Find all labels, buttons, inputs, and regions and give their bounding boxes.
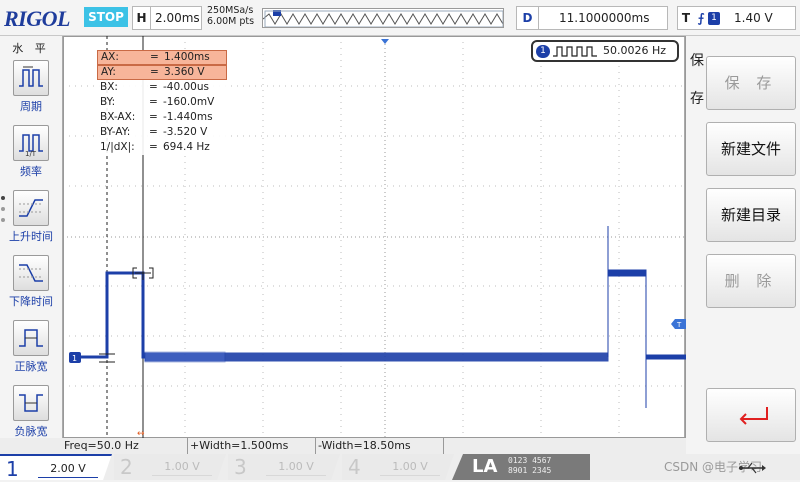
menu-label-period: 周期 xyxy=(20,100,42,113)
delay-value: 11.1000000ms xyxy=(559,11,650,25)
menu-label-negative-width: 负脉宽 xyxy=(14,425,48,438)
negative-pulse-width-icon xyxy=(13,385,49,421)
menu-label-frequency: 频率 xyxy=(20,165,42,178)
svg-text:T: T xyxy=(676,321,682,329)
menu-item-period[interactable]: 周期 xyxy=(0,60,62,122)
cursor-row-by: BY: = -160.0mV xyxy=(100,96,215,108)
save-button[interactable]: 保 存 xyxy=(706,56,796,110)
measurement-bar: Freq=50.0 Hz +Width=1.500ms -Width=18.50… xyxy=(62,438,685,454)
period-icon xyxy=(13,60,49,96)
cursor-row-bx: BX: = -40.00us xyxy=(100,81,209,93)
channel1-tab[interactable]: 1 2.00 V xyxy=(0,454,112,480)
channel1-waveform xyxy=(71,226,686,408)
frequency-counter[interactable]: 1 50.0026 Hz xyxy=(531,40,679,62)
cursor-row-ay: AY: = 3.360 V xyxy=(97,65,227,80)
save-menu-title: 保 存 xyxy=(690,42,706,118)
menu-item-negative-width[interactable]: 负脉宽 xyxy=(0,385,62,447)
status-bar: RIGOL STOP H 2.00ms 250MSa/s 6.00M pts D 1… xyxy=(0,0,800,36)
channel3-scale: 1.00 V xyxy=(266,458,326,476)
cursor-row-by-ay: BY-AY: = -3.520 V xyxy=(100,126,208,138)
delay-readout[interactable]: D 11.1000000ms xyxy=(516,6,668,30)
counter-channel: 1 xyxy=(536,45,550,58)
measurement-negative-width[interactable]: -Width=18.50ms xyxy=(316,438,444,454)
memory-position-bar[interactable] xyxy=(262,8,504,28)
timebase-value: 2.00ms xyxy=(155,11,200,25)
save-menu-title-top: 保 xyxy=(690,53,704,69)
frequency-icon: 1/T xyxy=(13,125,49,161)
positive-pulse-width-icon xyxy=(13,320,49,356)
svg-text:1: 1 xyxy=(72,354,77,363)
delay-key: D xyxy=(517,7,539,29)
menu-item-positive-width[interactable]: 正脉宽 xyxy=(0,320,62,382)
channel4-scale: 1.00 V xyxy=(380,458,440,476)
counter-value: 50.0026 Hz xyxy=(603,44,667,57)
svg-text:↔: ↔ xyxy=(137,429,145,438)
save-menu: 保 存 保 存 新建文件 新建目录 删 除 xyxy=(686,36,800,454)
svg-text:1/T: 1/T xyxy=(25,150,37,157)
channel1-scale: 2.00 V xyxy=(38,460,98,478)
la-bit-indicators: 0123 4567 8901 2345 xyxy=(508,456,551,476)
menu-label-positive-width: 正脉宽 xyxy=(14,360,48,373)
cursor-row-inv-dx: 1/|dX|: = 694.4 Hz xyxy=(100,141,210,153)
square-wave-icon xyxy=(553,46,597,57)
usb-icon xyxy=(739,462,766,474)
channel2-number: 2 xyxy=(120,455,133,479)
return-arrow-icon xyxy=(739,407,768,425)
menu-label-rise-time: 上升时间 xyxy=(9,230,53,243)
menu-item-fall-time[interactable]: 下降时间 xyxy=(0,255,62,317)
measurement-positive-width[interactable]: +Width=1.500ms xyxy=(188,438,316,454)
la-bits-bottom: 8901 2345 xyxy=(508,466,552,475)
cursor-row-bx-ax: BX-AX: = -1.440ms xyxy=(100,111,213,123)
sample-rate: 250MSa/s xyxy=(207,5,254,16)
trigger-level: 1.40 V xyxy=(734,11,773,25)
la-bits-top: 0123 4567 xyxy=(508,456,552,465)
waveform-display[interactable]: ↔ 1 T AX: = 1.400ms AY: = 3.360 V BX: = -40.00… xyxy=(62,36,686,438)
logic-analyzer-tab[interactable]: LA 0123 4567 8901 2345 xyxy=(452,454,590,480)
channel3-number: 3 xyxy=(234,455,247,479)
la-label: LA xyxy=(472,456,498,477)
channel2-tab[interactable]: 2 1.00 V xyxy=(114,454,226,480)
brand-logo: RIGOL xyxy=(4,6,70,31)
measurement-freq[interactable]: Freq=50.0 Hz xyxy=(62,438,188,454)
cursor-row-ax: AX: = 1.400ms xyxy=(97,50,227,65)
rising-edge-icon: ⨍ xyxy=(697,11,705,25)
rise-time-icon xyxy=(13,190,49,226)
channel3-tab[interactable]: 3 1.00 V xyxy=(228,454,340,480)
menu-item-rise-time[interactable]: 上升时间 xyxy=(0,190,62,252)
oscilloscope-screen: RIGOL STOP H 2.00ms 250MSa/s 6.00M pts D 1… xyxy=(0,0,800,480)
trigger-position-marker xyxy=(381,39,389,44)
menu-item-frequency[interactable]: 1/T 频率 xyxy=(0,125,62,187)
channel2-scale: 1.00 V xyxy=(152,458,212,476)
channel4-number: 4 xyxy=(348,455,361,479)
channel4-tab[interactable]: 4 1.00 V xyxy=(342,454,454,480)
delete-button[interactable]: 删 除 xyxy=(706,254,796,308)
channel-bar: 1 2.00 V 2 1.00 V 3 1.00 V 4 1.00 V LA 0… xyxy=(0,454,800,480)
cursor-readout-table: AX: = 1.400ms AY: = 3.360 V BX: = -40.00us BY:… xyxy=(97,50,227,155)
trigger-channel: 1 xyxy=(708,12,720,25)
memory-depth: 6.00M pts xyxy=(207,16,255,27)
channel1-number: 1 xyxy=(6,457,19,481)
new-file-button[interactable]: 新建文件 xyxy=(706,122,796,176)
new-folder-button[interactable]: 新建目录 xyxy=(706,188,796,242)
menu-title: 水 平 xyxy=(12,42,50,55)
memory-waveform-preview xyxy=(263,10,503,27)
back-button[interactable] xyxy=(706,388,796,442)
trigger-key: T xyxy=(681,11,691,25)
trigger-readout[interactable]: T ⨍ 1 1.40 V xyxy=(677,6,796,30)
timebase-readout[interactable]: H 2.00ms xyxy=(132,6,202,30)
timebase-key: H xyxy=(133,7,151,29)
save-menu-title-bottom: 存 xyxy=(690,91,704,107)
measure-menu: 水 平 周期 1/T 频率 上升时间 下降时间 正脉宽 负脉宽 xyxy=(0,36,62,438)
menu-label-fall-time: 下降时间 xyxy=(9,295,53,308)
fall-time-icon xyxy=(13,255,49,291)
acquisition-info: 250MSa/s 6.00M pts xyxy=(207,5,254,27)
run-stop-indicator[interactable]: STOP xyxy=(84,7,128,27)
